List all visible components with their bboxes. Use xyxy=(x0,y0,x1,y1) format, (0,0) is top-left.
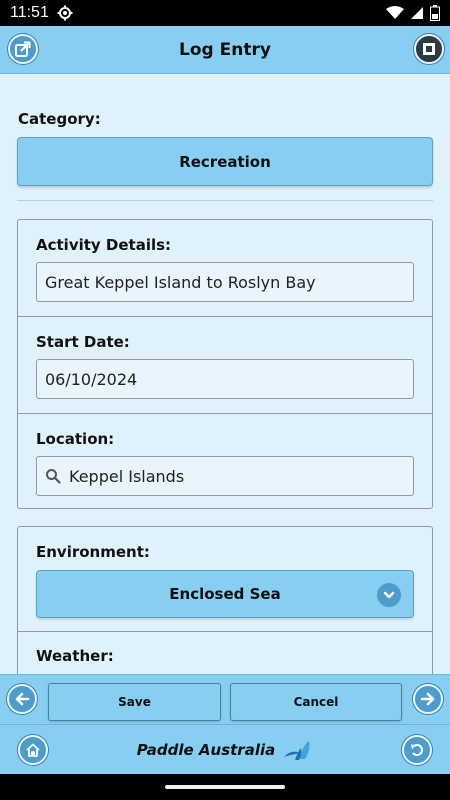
activity-field[interactable]: Great Keppel Island to Roslyn Bay xyxy=(36,262,414,302)
start-date-label: Start Date: xyxy=(36,333,130,351)
cancel-button[interactable]: Cancel xyxy=(230,683,402,721)
category-button[interactable]: Recreation xyxy=(17,137,433,186)
share-icon xyxy=(15,41,31,57)
start-date-field[interactable]: 06/10/2024 xyxy=(36,359,414,399)
system-nav-bar xyxy=(0,774,450,800)
undo-icon xyxy=(411,744,423,756)
status-time: 11:51 xyxy=(10,4,49,21)
category-label: Category: xyxy=(18,110,101,128)
activity-row: Activity Details: Great Keppel Island to… xyxy=(18,220,432,317)
signal-icon xyxy=(411,7,423,19)
location-row: Location: Keppel Islands xyxy=(18,414,432,508)
form-content[interactable]: Category: Recreation Activity Details: G… xyxy=(0,74,450,674)
stop-icon xyxy=(423,43,435,55)
next-button[interactable] xyxy=(413,684,443,714)
category-value: Recreation xyxy=(179,152,271,171)
save-button[interactable]: Save xyxy=(48,683,221,721)
weather-row: Weather: xyxy=(18,632,432,674)
gear-icon xyxy=(57,5,73,21)
undo-button[interactable] xyxy=(402,735,432,765)
stop-button[interactable] xyxy=(414,34,444,64)
environment-select[interactable]: Enclosed Sea xyxy=(36,570,414,618)
divider xyxy=(17,200,433,201)
weather-label: Weather: xyxy=(36,647,114,665)
activity-value: Great Keppel Island to Roslyn Bay xyxy=(45,272,316,292)
environment-value: Enclosed Sea xyxy=(169,585,281,603)
action-bar: Save Cancel xyxy=(0,674,450,724)
footer: Paddle Australia xyxy=(0,724,450,774)
wifi-icon xyxy=(386,6,404,19)
app-header: Log Entry xyxy=(0,26,450,74)
conditions-panel: Environment: Enclosed Sea Weather: xyxy=(17,526,433,674)
start-date-value: 06/10/2024 xyxy=(45,369,138,389)
home-gesture-handle[interactable] xyxy=(165,785,285,789)
page-title: Log Entry xyxy=(179,39,271,60)
battery-icon xyxy=(430,5,440,21)
location-label: Location: xyxy=(36,430,115,448)
chevron-down-icon xyxy=(377,583,401,607)
location-value: Keppel Islands xyxy=(69,466,185,486)
environment-label: Environment: xyxy=(36,543,150,561)
share-button[interactable] xyxy=(8,34,38,64)
status-icons xyxy=(386,5,440,21)
arrow-left-icon xyxy=(15,692,30,706)
previous-button[interactable] xyxy=(7,684,37,714)
status-bar: 11:51 xyxy=(0,0,450,26)
search-icon xyxy=(46,469,61,484)
arrow-right-icon xyxy=(420,692,435,706)
home-icon xyxy=(26,743,40,757)
environment-row: Environment: Enclosed Sea xyxy=(18,527,432,632)
home-button[interactable] xyxy=(18,735,48,765)
location-field[interactable]: Keppel Islands xyxy=(36,456,414,496)
brand-name: Paddle Australia xyxy=(136,740,276,759)
details-panel: Activity Details: Great Keppel Island to… xyxy=(17,219,433,509)
paddle-logo-icon xyxy=(284,740,310,760)
activity-label: Activity Details: xyxy=(36,236,172,254)
start-date-row: Start Date: 06/10/2024 xyxy=(18,317,432,414)
